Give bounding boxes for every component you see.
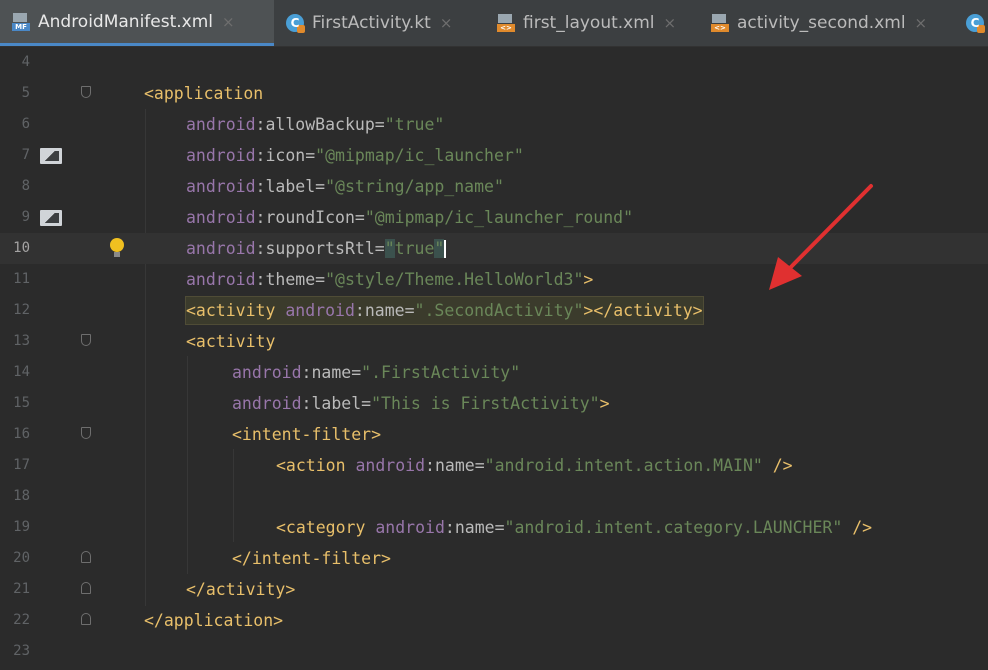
code-text: </application> (144, 611, 284, 630)
code-line: 9 android:roundIcon="@mipmap/ic_launcher… (0, 202, 988, 233)
code-line: 6 android:allowBackup="true" (0, 109, 988, 140)
tab-overflow[interactable] (966, 0, 988, 46)
code-line: 17 <action android:name="android.intent.… (0, 450, 988, 481)
tab-label: activity_second.xml (737, 13, 906, 33)
code-editor[interactable]: 4 5 <application 6 android:allowBackup="… (0, 47, 988, 670)
close-tab-icon[interactable]: × (222, 13, 235, 31)
code-text: <activity (186, 332, 276, 351)
code-text: <application (144, 84, 264, 103)
text-caret (444, 239, 447, 258)
code-line: 19 <category android:name="android.inten… (0, 512, 988, 543)
code-text: android:icon="@mipmap/ic_launcher" (186, 146, 524, 165)
line-number: 5 (21, 85, 30, 101)
fold-end-icon[interactable] (81, 613, 91, 625)
kotlin-class-icon (286, 14, 305, 33)
fold-icon[interactable] (81, 86, 91, 98)
line-number: 10 (13, 240, 30, 256)
code-line-current: 10 android:supportsRtl="true" (0, 233, 988, 264)
code-line: 4 (0, 47, 988, 78)
code-text: </activity> (186, 580, 296, 599)
line-number: 14 (13, 364, 30, 380)
code-line: 13 <activity (0, 326, 988, 357)
code-text: <intent-filter> (232, 425, 382, 444)
code-line: 12 <activity android:name=".SecondActivi… (0, 295, 988, 326)
close-tab-icon[interactable]: × (664, 14, 677, 32)
code-line: 23 (0, 636, 988, 667)
code-line: 21 </activity> (0, 574, 988, 605)
line-number: 19 (13, 519, 30, 535)
code-text: </intent-filter> (232, 549, 391, 568)
line-number: 21 (13, 581, 30, 597)
code-line: 18 (0, 481, 988, 512)
code-text: android:label="@string/app_name" (186, 177, 504, 196)
code-text: <category android:name="android.intent.c… (276, 518, 873, 537)
line-number: 22 (13, 612, 30, 628)
xml-file-icon (711, 14, 729, 32)
fold-end-icon[interactable] (81, 582, 91, 594)
line-number: 8 (21, 178, 30, 194)
fold-icon[interactable] (81, 427, 91, 439)
line-number: 12 (13, 302, 30, 318)
code-text: android:name=".FirstActivity" (232, 363, 521, 382)
tab-first-activity[interactable]: FirstActivity.kt × (286, 0, 452, 46)
code-text: android:allowBackup="true" (186, 115, 445, 134)
manifest-file-icon (12, 12, 30, 31)
tab-label: FirstActivity.kt (312, 13, 431, 33)
line-number: 20 (13, 550, 30, 566)
code-text: android:label="This is FirstActivity"> (232, 394, 610, 413)
code-text: android:roundIcon="@mipmap/ic_launcher_r… (186, 208, 634, 227)
close-tab-icon[interactable]: × (440, 14, 453, 32)
line-number: 13 (13, 333, 30, 349)
code-text-highlighted: <activity android:name=".SecondActivity"… (185, 296, 704, 325)
line-number: 18 (13, 488, 30, 504)
code-line: 16 <intent-filter> (0, 419, 988, 450)
fold-end-icon[interactable] (81, 551, 91, 563)
code-text: android:theme="@style/Theme.HelloWorld3"… (186, 270, 594, 289)
code-line: 15 android:label="This is FirstActivity"… (0, 388, 988, 419)
line-number: 23 (13, 643, 30, 659)
tab-android-manifest[interactable]: AndroidManifest.xml × (0, 0, 274, 46)
line-number: 7 (21, 147, 30, 163)
code-line: 20 </intent-filter> (0, 543, 988, 574)
image-preview-icon[interactable] (40, 148, 62, 164)
code-line: 14 android:name=".FirstActivity" (0, 357, 988, 388)
tab-label: AndroidManifest.xml (38, 11, 214, 32)
tab-activity-second[interactable]: activity_second.xml × (711, 0, 927, 46)
close-tab-icon[interactable]: × (915, 14, 928, 32)
kotlin-class-icon (966, 14, 985, 33)
code-line: 7 android:icon="@mipmap/ic_launcher" (0, 140, 988, 171)
line-number: 4 (21, 54, 30, 70)
code-text: android:supportsRtl="true" (186, 239, 447, 258)
code-line: 8 android:label="@string/app_name" (0, 171, 988, 202)
code-text: <action android:name="android.intent.act… (276, 456, 793, 475)
line-number: 17 (13, 457, 30, 473)
editor-tab-bar: AndroidManifest.xml × FirstActivity.kt ×… (0, 0, 988, 47)
line-number: 16 (13, 426, 30, 442)
code-line: 11 android:theme="@style/Theme.HelloWorl… (0, 264, 988, 295)
line-number: 9 (21, 209, 30, 225)
code-line: 22 </application> (0, 605, 988, 636)
tab-first-layout[interactable]: first_layout.xml × (497, 0, 676, 46)
line-number: 15 (13, 395, 30, 411)
xml-file-icon (497, 14, 515, 32)
line-number: 11 (13, 271, 30, 287)
image-preview-icon[interactable] (40, 210, 62, 226)
lightbulb-icon[interactable] (110, 238, 124, 257)
tab-label: first_layout.xml (523, 13, 655, 33)
code-line: 5 <application (0, 78, 988, 109)
fold-icon[interactable] (81, 334, 91, 346)
line-number: 6 (21, 116, 30, 132)
